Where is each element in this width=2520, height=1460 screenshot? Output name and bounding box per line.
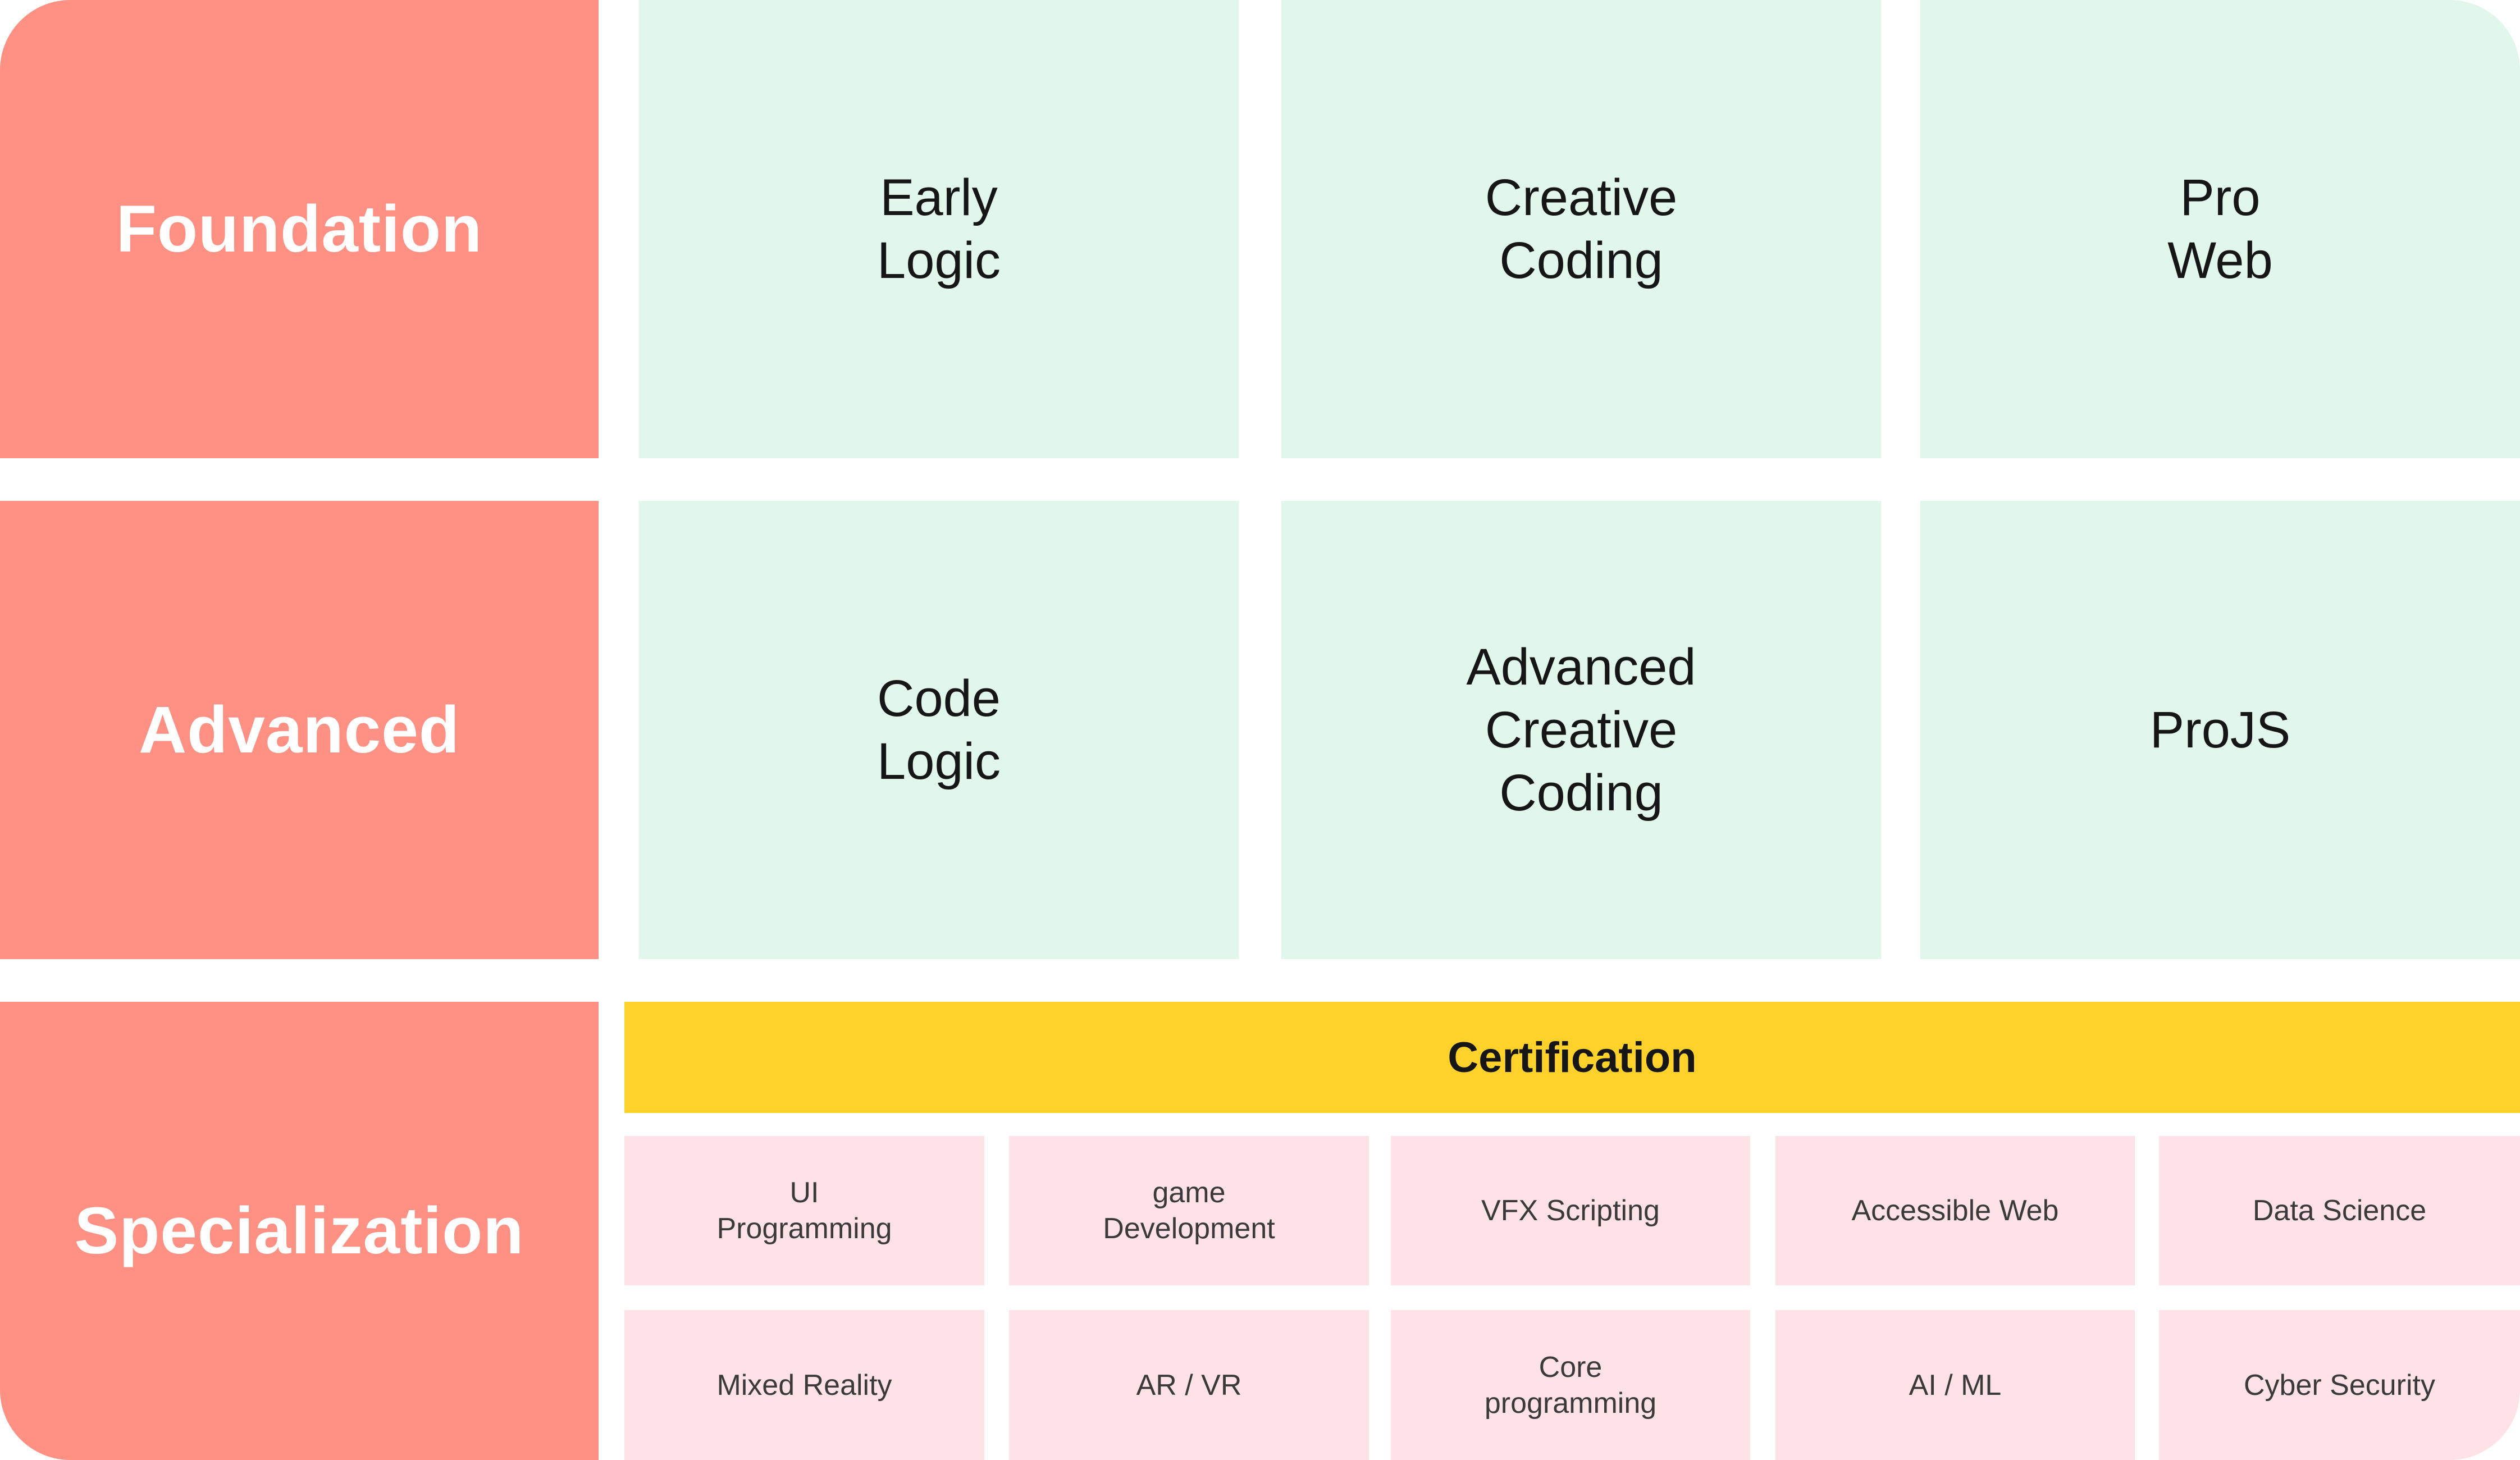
course-projs: ProJS [1920,501,2520,959]
specialization-data-science: Data Science [2159,1136,2520,1285]
level-specialization: Specialization [0,1002,599,1460]
course-label: Code Logic [877,670,1001,790]
course-label: Early Logic [877,169,1001,289]
course-label: ProJS [2149,701,2291,759]
specialization-label: Mixed Reality [716,1368,892,1402]
course-creative-coding: Creative Coding [1281,0,1881,458]
specialization-vfx-scripting: VFX Scripting [1391,1136,1750,1285]
specialization-label: VFX Scripting [1481,1194,1660,1227]
specialization-label: AR / VR [1136,1368,1242,1402]
certification-label: Certification [1448,1033,1697,1082]
specialization-accessible-web: Accessible Web [1775,1136,2135,1285]
level-foundation: Foundation [0,0,599,458]
specialization-ar-vr: AR / VR [1009,1310,1369,1460]
specialization-label: Core programming [1484,1350,1657,1420]
course-advanced-creative-coding: Advanced Creative Coding [1281,501,1881,959]
course-label: Pro Web [2167,169,2273,289]
specialization-label: UI Programming [716,1176,892,1245]
specialization-core-programming: Core programming [1391,1310,1750,1460]
certification-banner: Certification [624,1002,2520,1113]
specialization-label: Cyber Security [2244,1368,2435,1402]
specialization-cyber-security: Cyber Security [2159,1310,2520,1460]
course-label: Advanced Creative Coding [1466,638,1696,822]
specialization-ui-programming: UI Programming [624,1136,984,1285]
specialization-label: AI / ML [1909,1368,2002,1402]
course-pro-web: Pro Web [1920,0,2520,458]
course-label: Creative Coding [1485,169,1678,289]
level-label: Specialization [74,1194,524,1268]
level-label: Foundation [116,192,483,266]
course-early-logic: Early Logic [639,0,1239,458]
specialization-label: Data Science [2252,1194,2427,1227]
specialization-label: game Development [1103,1176,1275,1245]
specialization-label: Accessible Web [1851,1194,2059,1227]
level-label: Advanced [139,693,460,767]
course-code-logic: Code Logic [639,501,1239,959]
specialization-game-development: game Development [1009,1136,1369,1285]
specialization-mixed-reality: Mixed Reality [624,1310,984,1460]
specialization-ai-ml: AI / ML [1775,1310,2135,1460]
level-advanced: Advanced [0,501,599,959]
